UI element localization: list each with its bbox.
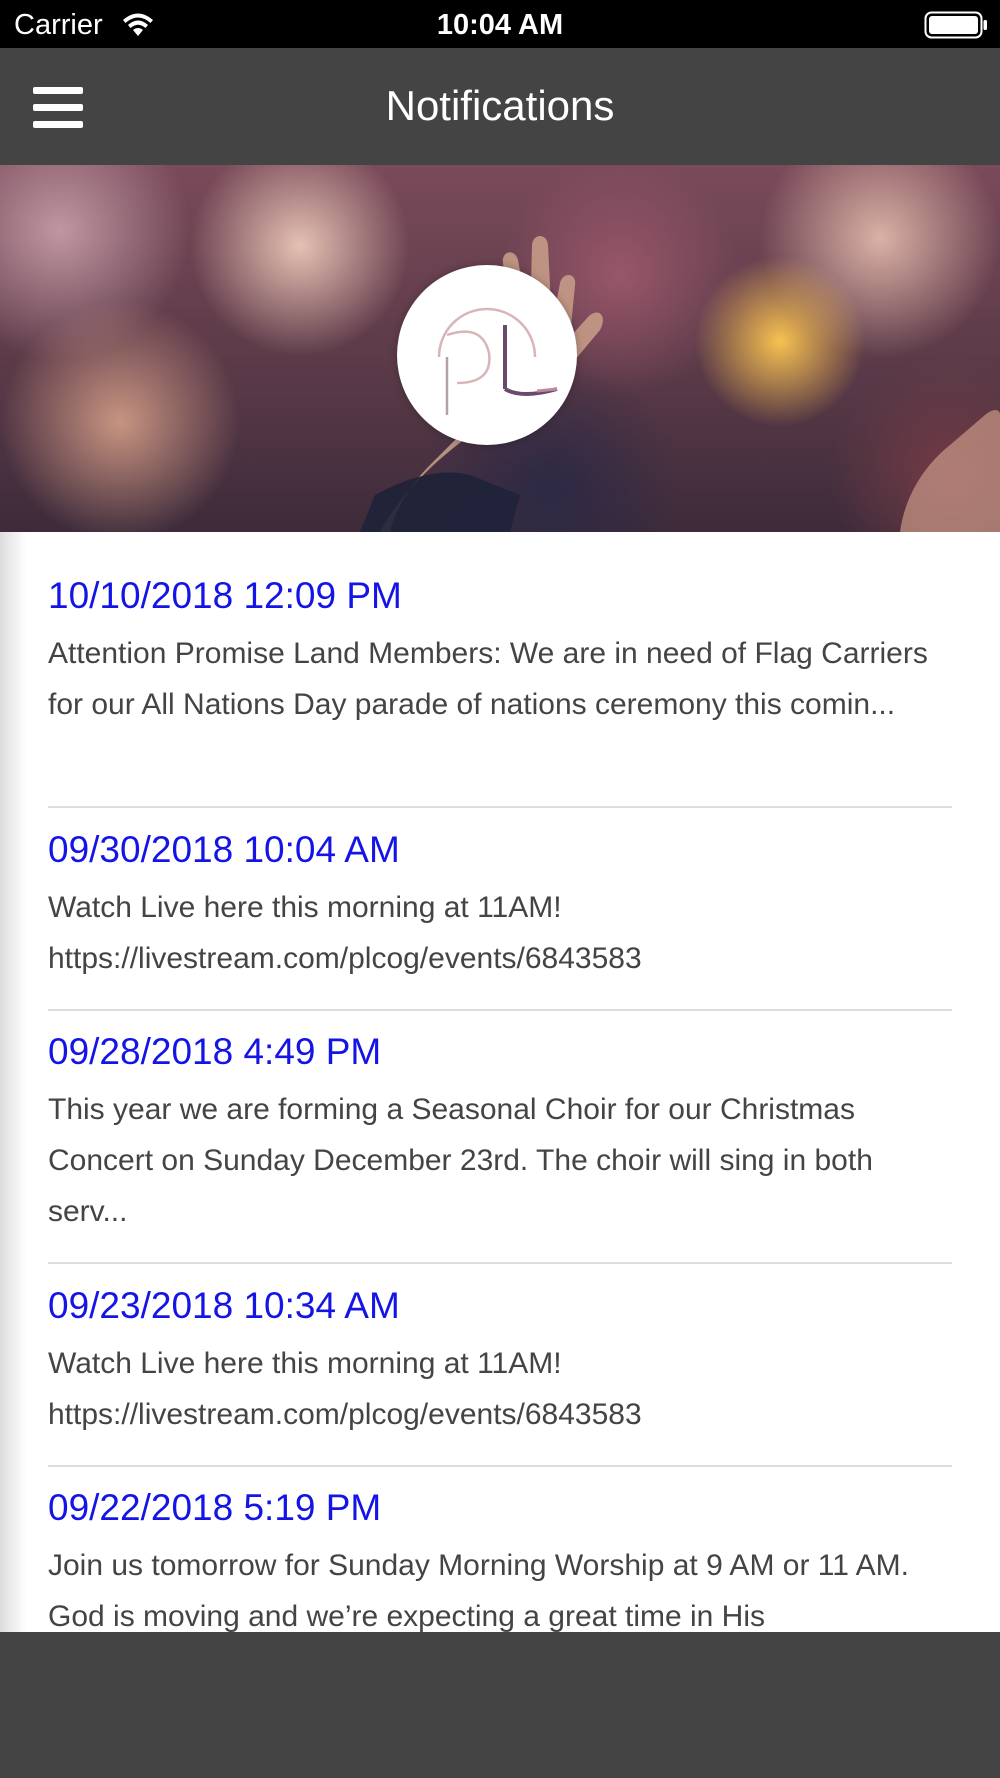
list-item[interactable]: 09/22/2018 5:19 PM Join us tomorrow for … <box>48 1486 952 1632</box>
church-logo <box>397 265 577 445</box>
header-banner-image <box>0 165 1000 532</box>
notification-date[interactable]: 09/22/2018 5:19 PM <box>48 1486 952 1530</box>
notifications-list[interactable]: 10/10/2018 12:09 PM Attention Promise La… <box>0 532 1000 1632</box>
list-item[interactable]: 10/10/2018 12:09 PM Attention Promise La… <box>48 574 952 730</box>
status-time: 10:04 AM <box>436 9 564 41</box>
notification-date[interactable]: 09/28/2018 4:49 PM <box>48 1030 952 1074</box>
page-title: Notifications <box>385 82 615 129</box>
notification-date[interactable]: 09/30/2018 10:04 AM <box>48 828 952 872</box>
list-edge-shadow <box>0 532 26 1632</box>
notification-text: This year we are forming a Seasonal Choi… <box>48 1093 873 1228</box>
list-item[interactable]: 09/23/2018 10:34 AM Watch Live here this… <box>48 1284 952 1440</box>
list-item[interactable]: 09/30/2018 10:04 AM Watch Live here this… <box>48 828 952 984</box>
divider <box>48 806 952 808</box>
divider <box>48 1009 952 1011</box>
list-item[interactable]: 09/28/2018 4:49 PM This year we are form… <box>48 1030 952 1237</box>
divider <box>48 1262 952 1264</box>
notification-date[interactable]: 10/10/2018 12:09 PM <box>48 574 952 618</box>
battery-icon <box>924 11 987 39</box>
notification-text: Watch Live here this morning at 11AM! ht… <box>48 891 642 975</box>
notification-text: Attention Promise Land Members: We are i… <box>48 637 928 721</box>
navigation-bar: Notifications <box>0 48 1000 165</box>
notification-text: Join us tomorrow for Sunday Morning Wors… <box>48 1549 909 1632</box>
divider <box>48 1465 952 1467</box>
notification-date[interactable]: 09/23/2018 10:34 AM <box>48 1284 952 1328</box>
status-bar: Carrier 10:04 AM <box>0 0 1000 48</box>
bottom-bar <box>0 1632 1000 1778</box>
notification-text: Watch Live here this morning at 11AM! ht… <box>48 1347 642 1431</box>
